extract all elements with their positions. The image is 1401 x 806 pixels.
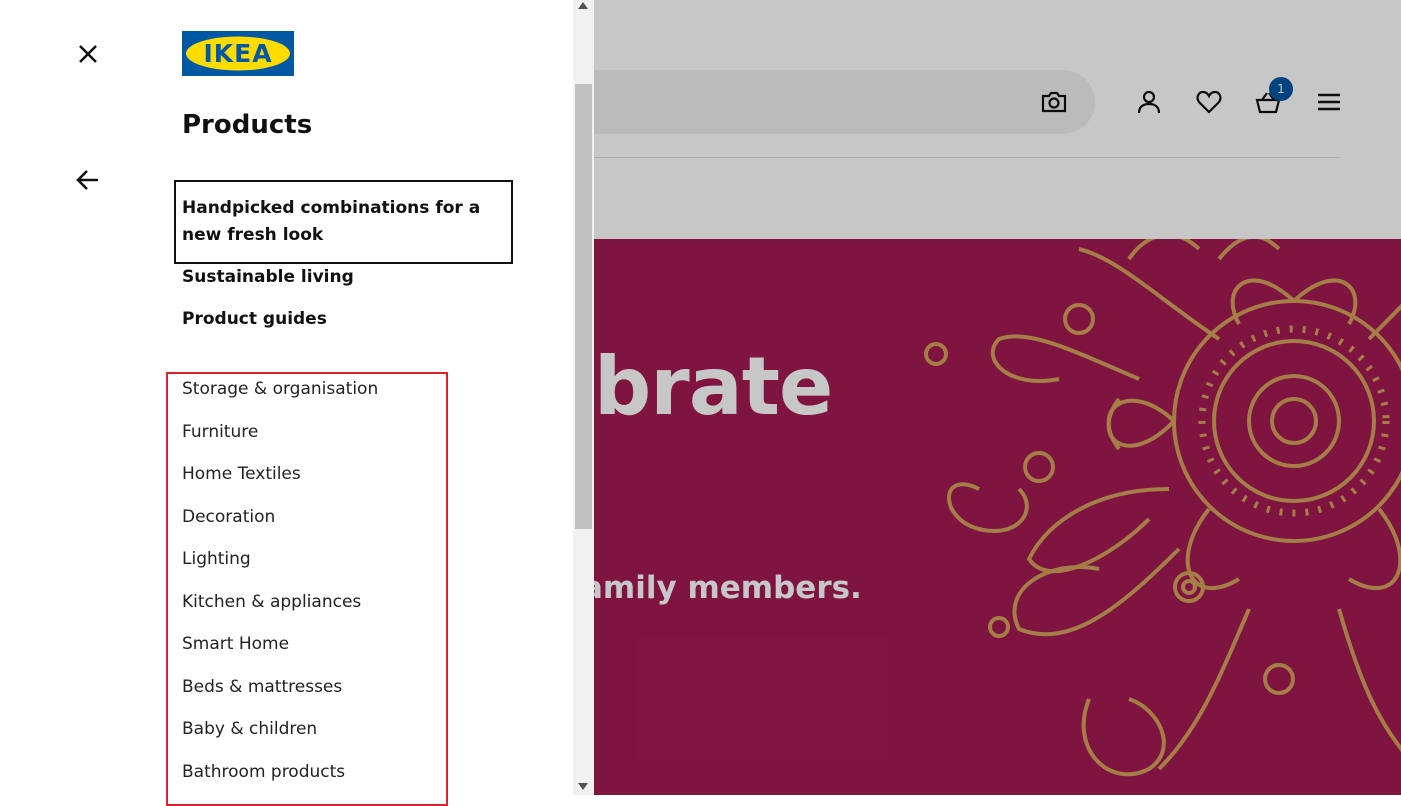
featured-link-handpicked[interactable]: Handpicked combinations for a new fresh … (182, 195, 482, 249)
featured-link-sustainable[interactable]: Sustainable living (182, 264, 354, 291)
featured-link-guides[interactable]: Product guides (182, 306, 327, 333)
category-item[interactable]: Lighting (182, 549, 251, 569)
scrollbar-thumb[interactable] (575, 84, 592, 529)
products-menu-panel: IKEA Products Handpicked combinations fo… (0, 0, 573, 806)
category-item[interactable]: Home Textiles (182, 464, 301, 484)
category-item[interactable]: Beds & mattresses (182, 677, 342, 697)
close-icon[interactable] (72, 38, 104, 70)
scroll-down-arrow-icon[interactable] (578, 783, 588, 790)
category-item[interactable]: Storage & organisation (182, 379, 378, 399)
category-item[interactable]: Baby & children (182, 719, 317, 739)
scroll-up-arrow-icon[interactable] (578, 2, 588, 9)
category-item[interactable]: Bathroom products (182, 762, 345, 782)
category-item[interactable]: Smart Home (182, 634, 289, 654)
back-arrow-icon[interactable] (72, 164, 104, 196)
panel-title: Products (182, 110, 313, 140)
category-item[interactable]: Kitchen & appliances (182, 592, 361, 612)
category-item[interactable]: Furniture (182, 422, 258, 442)
svg-text:IKEA: IKEA (203, 39, 272, 68)
ikea-logo[interactable]: IKEA (182, 31, 294, 76)
category-item[interactable]: Decoration (182, 507, 275, 527)
